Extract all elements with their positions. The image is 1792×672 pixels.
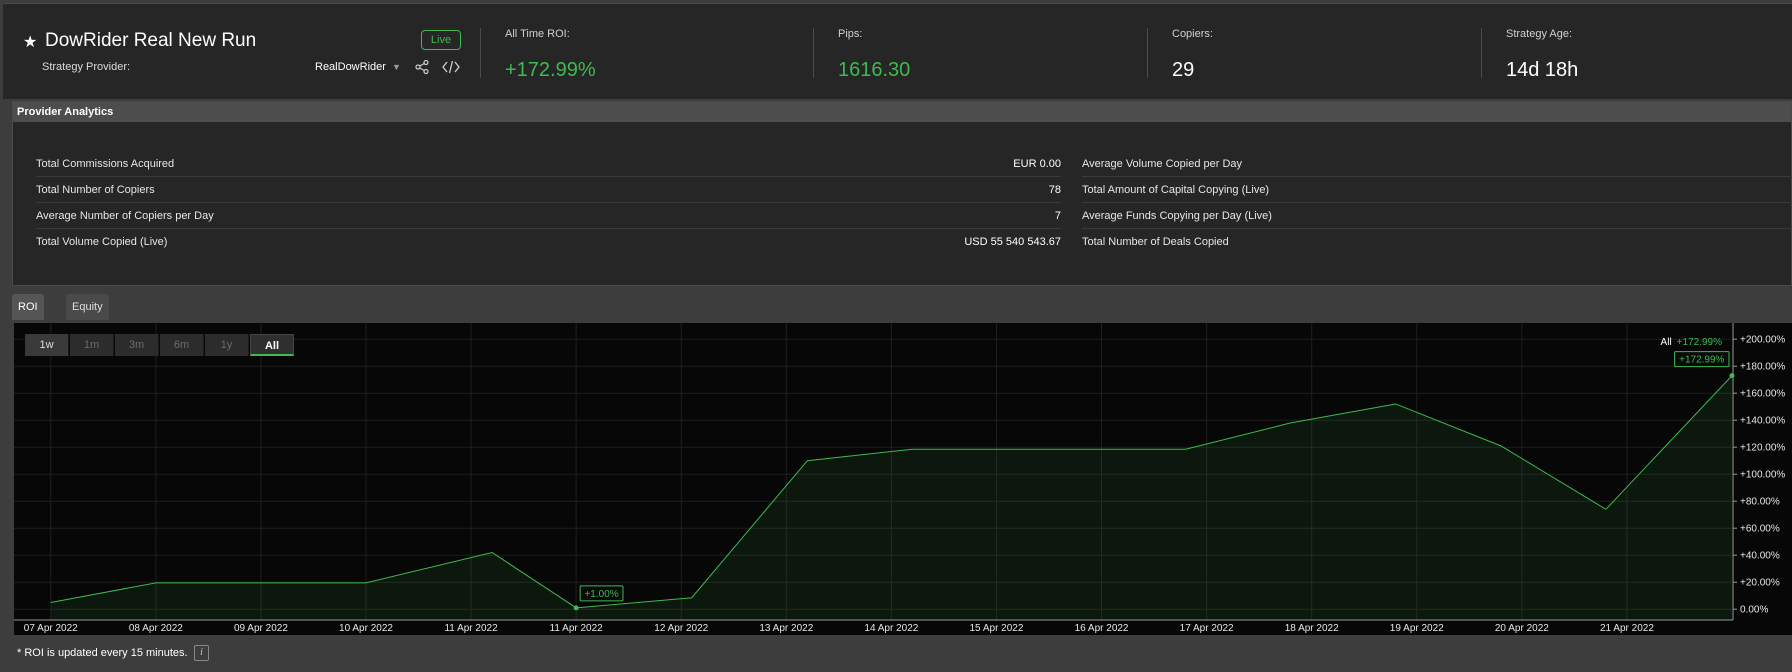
x-tick-label: 07 Apr 2022 bbox=[24, 623, 78, 634]
range-button-6m[interactable]: 6m bbox=[160, 334, 204, 356]
data-point-marker bbox=[1729, 373, 1735, 379]
x-tick-label: 19 Apr 2022 bbox=[1390, 623, 1444, 634]
live-badge: Live bbox=[421, 30, 461, 50]
analytics-row: Total Number of Deals Copied bbox=[1082, 229, 1792, 255]
stat-all-time-roi: All Time ROI: +172.99% bbox=[480, 4, 813, 100]
chart-legend: All +172.99% bbox=[1661, 337, 1722, 348]
range-button-all[interactable]: All bbox=[250, 334, 294, 356]
range-button-3m[interactable]: 3m bbox=[115, 334, 159, 356]
tab-roi[interactable]: ROI (%) bbox=[12, 294, 44, 339]
stat-value: 1616.30 bbox=[838, 59, 911, 81]
x-tick-label: 16 Apr 2022 bbox=[1075, 623, 1129, 634]
analytics-row: Average Funds Copying per Day (Live) bbox=[1082, 203, 1792, 229]
y-tick-label: +180.00% bbox=[1740, 362, 1785, 373]
tab-equity[interactable]: Equity bbox=[66, 294, 109, 320]
y-tick-label: 0.00% bbox=[1740, 605, 1768, 616]
strategy-header: ★ DowRider Real New Run Live Strategy Pr… bbox=[3, 3, 1792, 99]
info-icon[interactable]: i bbox=[194, 645, 209, 661]
analytics-label: Total Commissions Acquired bbox=[36, 158, 175, 170]
caret-down-icon[interactable]: ▼ bbox=[392, 62, 401, 72]
x-tick-label: 13 Apr 2022 bbox=[759, 623, 813, 634]
stat-value: 29 bbox=[1172, 59, 1195, 81]
star-icon[interactable]: ★ bbox=[23, 32, 37, 52]
roi-chart: 0.00% +20.00% +40.00% +60.00% +80.00% +100.00… bbox=[14, 323, 1792, 635]
stat-value: +172.99% bbox=[505, 59, 596, 81]
analytics-label: Average Volume Copied per Day bbox=[1082, 158, 1243, 170]
y-tick-label: +160.00% bbox=[1740, 389, 1785, 400]
stat-label: Copiers: bbox=[1172, 28, 1213, 40]
range-button-1w[interactable]: 1w bbox=[25, 334, 69, 356]
x-tick-label: 20 Apr 2022 bbox=[1495, 623, 1549, 634]
analytics-label: Total Number of Deals Copied bbox=[1082, 236, 1229, 248]
analytics-label: Average Number of Copiers per Day bbox=[36, 210, 214, 222]
stat-divider bbox=[480, 28, 481, 78]
analytics-label: Total Amount of Capital Copying (Live) bbox=[1082, 184, 1270, 196]
annotation-label: +1.00% bbox=[584, 589, 618, 600]
stat-divider bbox=[813, 28, 814, 78]
y-tick-label: +20.00% bbox=[1740, 578, 1780, 589]
analytics-value: USD 55 540 543.67 bbox=[964, 236, 1061, 248]
y-tick-label: +40.00% bbox=[1740, 551, 1780, 562]
roi-chart-svg: 0.00% +20.00% +40.00% +60.00% +80.00% +100.00… bbox=[14, 323, 1785, 634]
strategy-provider-label: Strategy Provider: bbox=[42, 61, 131, 73]
strategy-title: DowRider Real New Run bbox=[45, 30, 257, 51]
roi-update-note: * ROI is updated every 15 minutes. bbox=[17, 647, 188, 659]
legend-value: +172.99% bbox=[1676, 337, 1722, 348]
analytics-value: 7 bbox=[1054, 210, 1061, 222]
stat-copiers: Copiers: 29 bbox=[1147, 4, 1480, 100]
x-tick-label: 12 Apr 2022 bbox=[654, 623, 708, 634]
strategy-provider-name[interactable]: RealDowRider bbox=[315, 61, 386, 73]
strategy-page: ★ DowRider Real New Run Live Strategy Pr… bbox=[0, 0, 1792, 672]
provider-analytics-title: Provider Analytics bbox=[13, 102, 1791, 122]
analytics-label: Total Volume Copied (Live) bbox=[36, 236, 168, 248]
annotation-label: +172.99% bbox=[1679, 355, 1724, 366]
data-point-marker bbox=[573, 605, 579, 611]
stat-pips: Pips: 1616.30 bbox=[813, 4, 1146, 100]
stat-strategy-age: Strategy Age: 14d 18h bbox=[1481, 4, 1792, 100]
analytics-value: 78 bbox=[1048, 184, 1061, 196]
x-tick-label: 15 Apr 2022 bbox=[969, 623, 1023, 634]
y-tick-label: +100.00% bbox=[1740, 470, 1785, 481]
stat-label: Strategy Age: bbox=[1506, 28, 1573, 40]
y-tick-label: +140.00% bbox=[1740, 416, 1785, 427]
x-tick-label: 14 Apr 2022 bbox=[864, 623, 918, 634]
range-button-1m[interactable]: 1m bbox=[70, 334, 114, 356]
code-icon[interactable] bbox=[442, 59, 460, 75]
x-tick-label: 11 Apr 2022 bbox=[444, 623, 498, 634]
stat-divider bbox=[1147, 28, 1148, 78]
analytics-row: Total Number of Copiers 78 bbox=[36, 177, 1061, 203]
analytics-label: Average Funds Copying per Day (Live) bbox=[1082, 210, 1272, 222]
analytics-row: Total Commissions Acquired EUR 0.00 bbox=[36, 151, 1061, 177]
x-tick-label: 17 Apr 2022 bbox=[1180, 623, 1234, 634]
analytics-row: Average Number of Copiers per Day 7 bbox=[36, 203, 1061, 229]
analytics-row: Total Volume Copied (Live) USD 55 540 54… bbox=[36, 229, 1061, 255]
legend-label: All bbox=[1660, 337, 1672, 348]
strategy-title-block: ★ DowRider Real New Run Live Strategy Pr… bbox=[3, 4, 477, 100]
analytics-row: Average Volume Copied per Day bbox=[1082, 151, 1792, 177]
analytics-label: Total Number of Copiers bbox=[36, 184, 155, 196]
provider-analytics-panel: Provider Analytics Total Commissions Acq… bbox=[12, 101, 1792, 286]
x-tick-label: 08 Apr 2022 bbox=[129, 623, 183, 634]
y-tick-label: +200.00% bbox=[1740, 335, 1785, 346]
x-tick-label: 10 Apr 2022 bbox=[339, 623, 393, 634]
y-tick-label: +60.00% bbox=[1740, 524, 1780, 535]
stat-divider bbox=[1481, 28, 1482, 78]
share-icon[interactable] bbox=[414, 59, 430, 75]
y-tick-label: +80.00% bbox=[1740, 497, 1780, 508]
stat-label: All Time ROI: bbox=[505, 28, 570, 40]
analytics-value: EUR 0.00 bbox=[1013, 158, 1061, 170]
analytics-row: Total Amount of Capital Copying (Live) bbox=[1082, 177, 1792, 203]
x-tick-label: 18 Apr 2022 bbox=[1285, 623, 1339, 634]
x-tick-label: 09 Apr 2022 bbox=[234, 623, 288, 634]
x-tick-label: 11 Apr 2022 bbox=[550, 623, 604, 634]
stat-label: Pips: bbox=[838, 28, 863, 40]
stat-value: 14d 18h bbox=[1506, 59, 1579, 81]
range-button-1y[interactable]: 1y bbox=[205, 334, 249, 356]
y-tick-label: +120.00% bbox=[1740, 443, 1785, 454]
x-tick-label: 21 Apr 2022 bbox=[1600, 623, 1654, 634]
